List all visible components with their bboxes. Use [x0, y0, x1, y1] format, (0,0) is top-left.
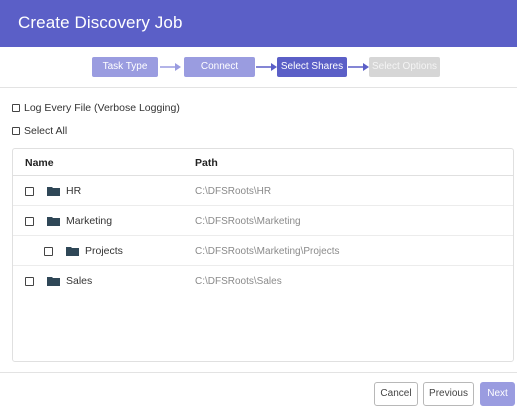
column-header-name[interactable]: Name — [25, 157, 54, 169]
row-path: C:\DFSRoots\Marketing — [195, 216, 301, 227]
verbose-logging-option[interactable]: Log Every File (Verbose Logging) — [12, 101, 180, 115]
select-all-option[interactable]: Select All — [12, 124, 67, 138]
row-name: Marketing — [66, 215, 113, 227]
cancel-button[interactable]: Cancel — [374, 382, 418, 406]
table-row[interactable]: HR C:\DFSRoots\HR — [13, 176, 513, 206]
table-row[interactable]: Marketing C:\DFSRoots\Marketing — [13, 206, 513, 236]
verbose-logging-label: Log Every File (Verbose Logging) — [24, 102, 180, 114]
column-header-path[interactable]: Path — [195, 157, 218, 169]
row-checkbox[interactable] — [25, 276, 34, 286]
folder-icon — [66, 247, 79, 256]
verbose-logging-checkbox[interactable] — [12, 104, 20, 112]
folder-icon — [47, 187, 60, 196]
dialog-header: Create Discovery Job — [0, 0, 517, 47]
select-all-checkbox[interactable] — [12, 127, 20, 135]
step-task-type[interactable]: Task Type — [92, 57, 158, 77]
row-name: Sales — [66, 275, 93, 287]
steps-divider — [0, 87, 517, 88]
folder-icon — [47, 217, 60, 226]
next-button[interactable]: Next — [480, 382, 515, 406]
row-checkbox[interactable] — [44, 246, 53, 256]
step-arrow-icon — [348, 63, 369, 71]
step-select-options: Select Options — [369, 57, 440, 77]
step-select-shares[interactable]: Select Shares — [277, 57, 347, 77]
step-arrow-icon — [160, 63, 181, 71]
shares-table: Name Path HR C:\DFSRoots\HR Marketing C:… — [12, 148, 514, 362]
step-arrow-icon — [256, 63, 277, 71]
table-row[interactable]: Sales C:\DFSRoots\Sales — [13, 266, 513, 296]
row-path: C:\DFSRoots\Marketing\Projects — [195, 246, 340, 257]
previous-button[interactable]: Previous — [423, 382, 474, 406]
row-name: HR — [66, 185, 82, 197]
table-header: Name Path — [13, 149, 513, 176]
dialog-title: Create Discovery Job — [18, 13, 183, 32]
row-checkbox[interactable] — [25, 186, 34, 196]
row-path: C:\DFSRoots\HR — [195, 186, 272, 197]
step-connect[interactable]: Connect — [184, 57, 255, 77]
row-checkbox[interactable] — [25, 216, 34, 226]
folder-icon — [47, 277, 60, 286]
footer-divider — [0, 372, 517, 373]
row-path: C:\DFSRoots\Sales — [195, 276, 282, 287]
row-name: Projects — [85, 245, 123, 257]
table-row[interactable]: Projects C:\DFSRoots\Marketing\Projects — [13, 236, 513, 266]
select-all-label: Select All — [24, 125, 68, 137]
wizard-steps: Task Type Connect Select Shares Select O… — [0, 57, 517, 77]
